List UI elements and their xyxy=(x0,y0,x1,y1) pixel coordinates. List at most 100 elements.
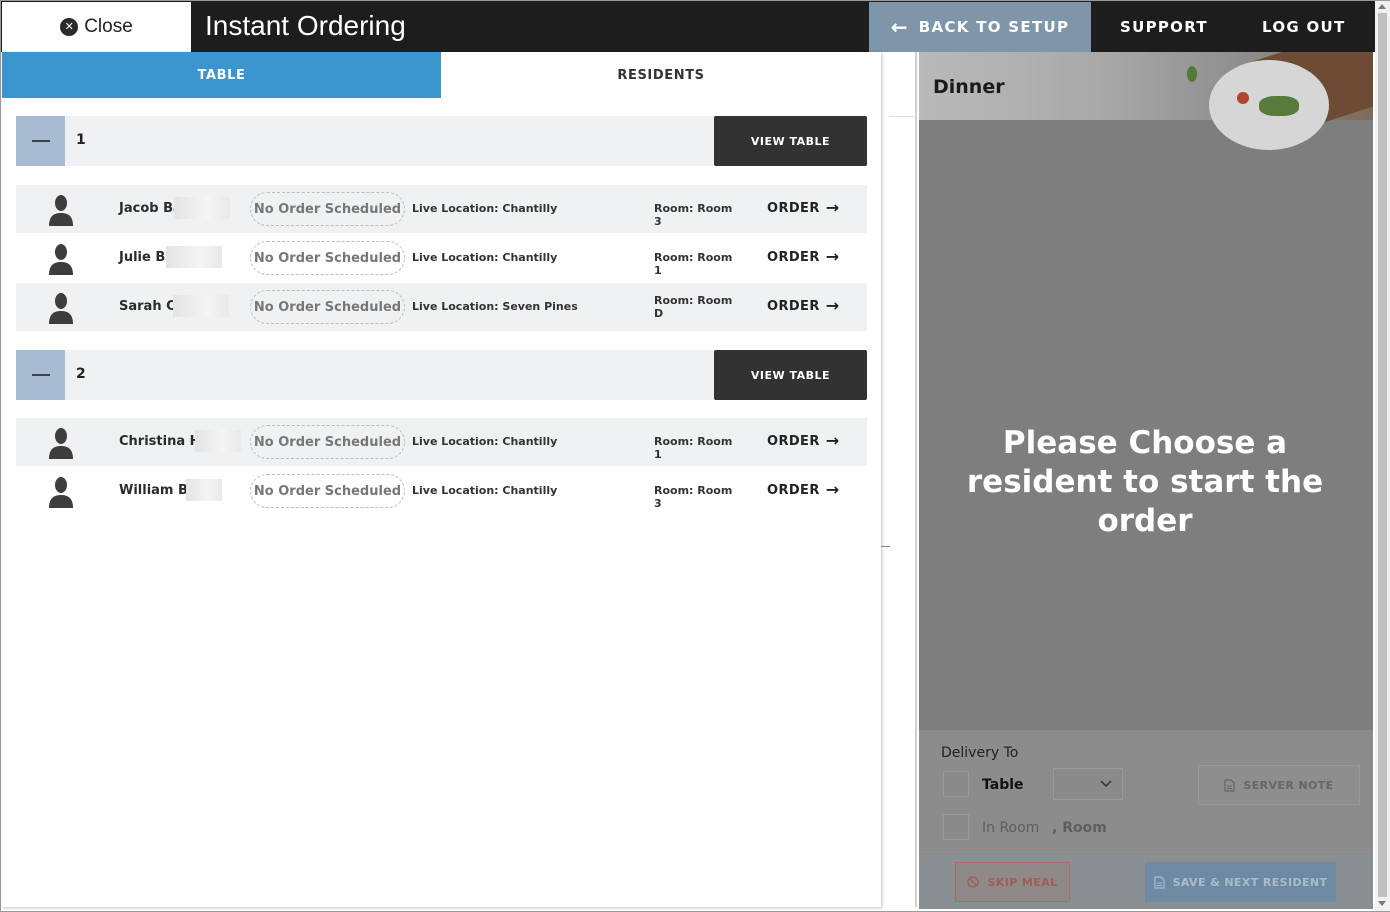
leaf-graphic xyxy=(1187,66,1197,82)
close-label: Close xyxy=(84,16,133,37)
order-label: ORDER xyxy=(767,298,820,314)
divider xyxy=(881,546,890,547)
order-button[interactable]: ORDER → xyxy=(767,200,840,216)
table-group-header: 2 VIEW TABLE xyxy=(16,350,867,400)
herb-graphic xyxy=(1259,96,1299,116)
redacted-name-blur xyxy=(186,479,222,501)
chevron-down-icon xyxy=(1100,780,1112,788)
order-label: ORDER xyxy=(767,433,820,449)
arrow-right-icon: → xyxy=(825,431,840,450)
room-label: Room: Room 1 xyxy=(654,251,733,277)
document-icon xyxy=(1224,778,1235,792)
server-note-button[interactable]: SERVER NOTE xyxy=(1198,765,1360,805)
resident-row: Christina He No Order Scheduled Live Loc… xyxy=(16,418,867,466)
redacted-name-blur xyxy=(174,197,230,219)
panel-divider xyxy=(915,52,917,907)
person-silhouette-icon xyxy=(49,293,73,324)
tab-table[interactable]: TABLE xyxy=(2,52,441,98)
room-label: Room: Room 1 xyxy=(654,435,733,461)
arrow-right-icon: → xyxy=(825,198,840,217)
view-table-button[interactable]: VIEW TABLE xyxy=(714,350,867,400)
live-location: Live Location: Seven Pines xyxy=(412,300,578,313)
delivery-label: Delivery To xyxy=(941,745,1019,761)
server-note-label: SERVER NOTE xyxy=(1243,778,1334,792)
arrow-right-icon: → xyxy=(825,296,840,315)
save-next-label: SAVE & NEXT RESIDENT xyxy=(1172,875,1328,889)
close-circle-icon: ✕ xyxy=(60,18,79,36)
table-number: 2 xyxy=(76,366,86,382)
order-label: ORDER xyxy=(767,200,820,216)
arrow-right-icon: → xyxy=(825,480,840,499)
minus-icon xyxy=(31,140,50,142)
person-silhouette-icon xyxy=(49,477,73,508)
scrollbar-thumb[interactable] xyxy=(1378,13,1387,897)
seating-panel: TABLE RESIDENTS 1 VIEW TABLE Jacob Ba No… xyxy=(2,52,881,907)
person-silhouette-icon xyxy=(49,428,73,459)
order-button[interactable]: ORDER → xyxy=(767,433,840,449)
save-next-resident-button[interactable]: SAVE & NEXT RESIDENT xyxy=(1145,862,1336,902)
logout-link[interactable]: LOG OUT xyxy=(1262,2,1346,52)
resident-row: William Bu No Order Scheduled Live Locat… xyxy=(16,467,867,515)
live-location: Live Location: Chantilly xyxy=(412,251,558,264)
order-label: ORDER xyxy=(767,249,820,265)
table-select[interactable] xyxy=(1053,768,1123,800)
person-silhouette-icon xyxy=(49,195,73,226)
table-number: 1 xyxy=(76,132,86,148)
room-value: , Room xyxy=(1052,820,1107,836)
live-location: Live Location: Chantilly xyxy=(412,435,558,448)
person-silhouette-icon xyxy=(49,244,73,275)
resident-row: Sarah Ca No Order Scheduled Live Locatio… xyxy=(16,283,867,331)
collapse-toggle-button[interactable] xyxy=(16,116,65,166)
delivery-section: Delivery To Table SERVER NOTE In Room , … xyxy=(919,730,1373,909)
order-panel: Dinner Please Choose a resident to start… xyxy=(919,52,1373,909)
ban-icon xyxy=(967,876,980,888)
document-icon xyxy=(1153,875,1165,889)
tab-residents[interactable]: RESIDENTS xyxy=(441,52,881,98)
scroll-up-arrow-icon[interactable] xyxy=(1378,4,1386,9)
back-to-setup-button[interactable]: ← BACK TO SETUP xyxy=(869,2,1091,52)
resident-name: Jacob Ba xyxy=(119,201,182,216)
redacted-name-blur xyxy=(173,295,229,317)
room-label: Room: Room 3 xyxy=(654,484,733,510)
skip-meal-label: SKIP MEAL xyxy=(987,875,1058,889)
page-scrollbar[interactable] xyxy=(1375,1,1390,911)
table-group-header: 1 VIEW TABLE xyxy=(16,116,867,166)
live-location: Live Location: Chantilly xyxy=(412,484,558,497)
meal-title: Dinner xyxy=(933,76,1005,98)
resident-row: Julie Bu No Order Scheduled Live Locatio… xyxy=(16,234,867,282)
in-room-delivery-checkbox[interactable] xyxy=(943,814,969,840)
collapse-toggle-button[interactable] xyxy=(16,350,65,400)
top-bar: ✕ Close Instant Ordering ← BACK TO SETUP… xyxy=(1,1,1375,52)
redacted-name-blur xyxy=(166,246,222,268)
redacted-name-blur xyxy=(195,430,241,452)
close-button[interactable]: ✕ Close xyxy=(2,2,191,52)
order-status-badge: No Order Scheduled xyxy=(250,474,405,508)
order-status-badge: No Order Scheduled xyxy=(250,241,405,275)
view-table-button[interactable]: VIEW TABLE xyxy=(714,116,867,166)
room-label: Room: Room 3 xyxy=(654,202,733,228)
order-status-badge: No Order Scheduled xyxy=(250,290,405,324)
support-link[interactable]: SUPPORT xyxy=(1120,2,1208,52)
minus-icon xyxy=(31,374,50,376)
table-option-label: Table xyxy=(982,777,1024,793)
order-button[interactable]: ORDER → xyxy=(767,482,840,498)
back-to-setup-label: BACK TO SETUP xyxy=(918,18,1070,36)
view-tabs: TABLE RESIDENTS xyxy=(2,52,881,98)
order-status-badge: No Order Scheduled xyxy=(250,192,405,226)
order-button[interactable]: ORDER → xyxy=(767,298,840,314)
tomato-graphic xyxy=(1237,92,1249,104)
room-label: Room: Room D xyxy=(654,294,733,320)
arrow-left-icon: ← xyxy=(890,15,909,39)
arrow-right-icon: → xyxy=(825,247,840,266)
table-delivery-checkbox[interactable] xyxy=(943,771,969,797)
scroll-down-arrow-icon[interactable] xyxy=(1378,901,1386,906)
skip-meal-button[interactable]: SKIP MEAL xyxy=(955,862,1070,902)
order-button[interactable]: ORDER → xyxy=(767,249,840,265)
order-status-badge: No Order Scheduled xyxy=(250,425,405,459)
live-location: Live Location: Chantilly xyxy=(412,202,558,215)
in-room-option-label: In Room xyxy=(982,820,1040,836)
empty-state-message: Please Choose a resident to start the or… xyxy=(966,425,1324,539)
order-label: ORDER xyxy=(767,482,820,498)
app-title: Instant Ordering xyxy=(205,10,406,41)
divider xyxy=(889,116,916,117)
